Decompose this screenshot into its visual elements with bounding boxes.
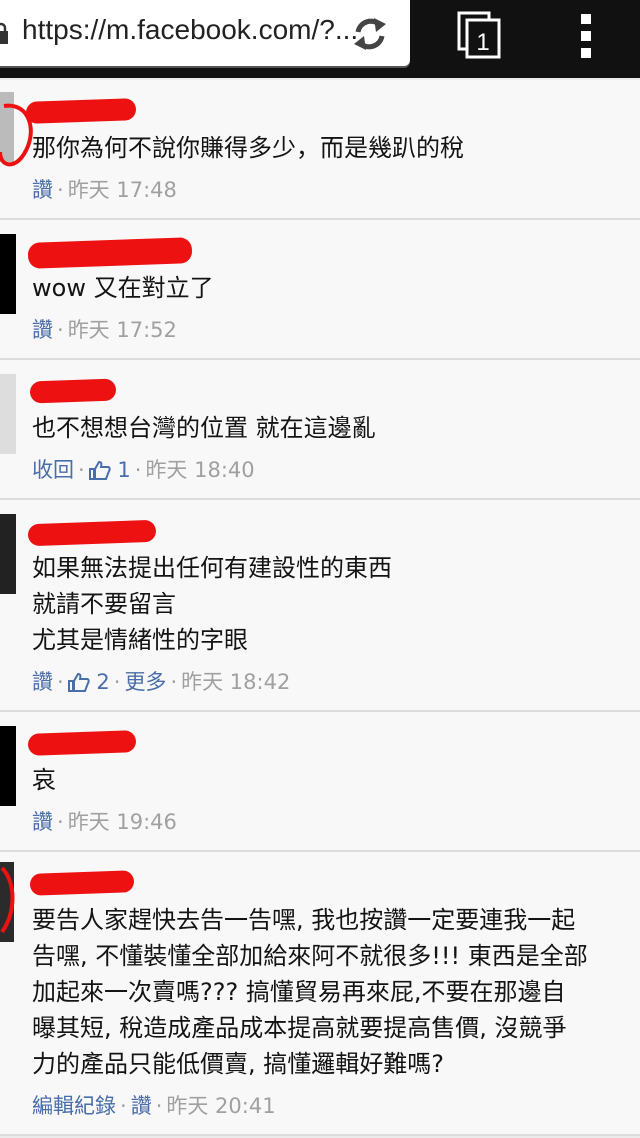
comment-meta: 編輯紀錄 · 讚 · 昨天 20:41	[32, 1094, 276, 1118]
redacted-author-name	[27, 519, 157, 547]
avatar[interactable]	[0, 862, 20, 942]
comment-text: wow 又在對立了	[32, 274, 214, 302]
like-button[interactable]: 讚	[32, 810, 53, 834]
comment-item: 也不想想台灣的位置 就在這邊亂 收回 · 1 · 昨天 18:40	[0, 360, 640, 500]
like-button[interactable]: 讚	[32, 670, 53, 694]
comment-time[interactable]: 昨天 17:52	[68, 318, 177, 342]
like-button[interactable]: 讚	[131, 1094, 152, 1118]
comment-item: 那你為何不說你賺得多少，而是幾趴的稅 讚 · 昨天 17:48	[0, 80, 640, 220]
avatar[interactable]	[0, 514, 16, 594]
url-text[interactable]: https://m.facebook.com/?...	[22, 14, 358, 46]
like-button[interactable]: 讚	[32, 318, 53, 342]
more-button[interactable]: 更多	[124, 670, 166, 694]
avatar[interactable]	[0, 374, 16, 454]
comment-text: 也不想想台灣的位置 就在這邊亂	[32, 414, 376, 442]
comment-time[interactable]: 昨天 17:48	[68, 178, 177, 202]
like-count[interactable]: 2	[96, 670, 109, 694]
redacted-author-name	[27, 237, 193, 269]
tabs-icon[interactable]: 1	[456, 10, 504, 60]
address-bar[interactable]: https://m.facebook.com/?...	[0, 0, 410, 66]
comment-list: 那你為何不說你賺得多少，而是幾趴的稅 讚 · 昨天 17:48 wow 又在對立了 …	[0, 80, 640, 1136]
comment-item: 如果無法提出任何有建設性的東西 就請不要留言 尤其是情緒性的字眼 讚 · 2 · 更多…	[0, 500, 640, 712]
comment-item: 哀 讚 · 昨天 19:46	[0, 712, 640, 852]
browser-toolbar: https://m.facebook.com/?... 1	[0, 0, 640, 78]
comment-time[interactable]: 昨天 18:40	[145, 458, 254, 482]
avatar[interactable]	[0, 234, 16, 314]
comment-text: 如果無法提出任何有建設性的東西 就請不要留言 尤其是情緒性的字眼	[32, 554, 392, 654]
comment-text: 要告人家趕快去告一告嘿, 我也按讚一定要連我一起 告嘿, 不懂裝懂全部加給來阿不…	[32, 906, 588, 1078]
redacted-author-name	[25, 98, 137, 124]
lock-icon	[0, 22, 8, 44]
tab-count: 1	[476, 29, 489, 56]
comment-text: 哀	[32, 766, 56, 794]
comment-time[interactable]: 昨天 19:46	[68, 810, 177, 834]
like-button[interactable]: 讚	[32, 178, 53, 202]
comment-meta: 收回 · 1 · 昨天 18:40	[32, 458, 255, 482]
comment-item: wow 又在對立了 讚 · 昨天 17:52	[0, 220, 640, 360]
redacted-author-name	[27, 730, 137, 756]
comment-time[interactable]: 昨天 20:41	[166, 1094, 275, 1118]
avatar[interactable]	[0, 726, 16, 806]
redacted-author-name	[29, 378, 117, 404]
thumbs-up-icon	[88, 460, 111, 480]
like-count[interactable]: 1	[117, 458, 130, 482]
overflow-menu-icon[interactable]	[578, 14, 594, 58]
comment-meta: 讚 · 昨天 19:46	[32, 810, 177, 834]
comment-text: 那你為何不說你賺得多少，而是幾趴的稅	[32, 134, 464, 162]
reload-icon[interactable]	[350, 14, 390, 54]
comment-meta: 讚 · 2 · 更多 · 昨天 18:42	[32, 670, 291, 694]
comment-meta: 讚 · 昨天 17:48	[32, 178, 177, 202]
comment-meta: 讚 · 昨天 17:52	[32, 318, 177, 342]
comment-item: 要告人家趕快去告一告嘿, 我也按讚一定要連我一起 告嘿, 不懂裝懂全部加給來阿不…	[0, 852, 640, 1136]
thumbs-up-icon	[67, 672, 90, 692]
edit-history-link[interactable]: 編輯紀錄	[32, 1094, 116, 1118]
comment-time[interactable]: 昨天 18:42	[181, 670, 290, 694]
redacted-author-name	[29, 870, 135, 896]
unlike-button[interactable]: 收回	[32, 458, 74, 482]
